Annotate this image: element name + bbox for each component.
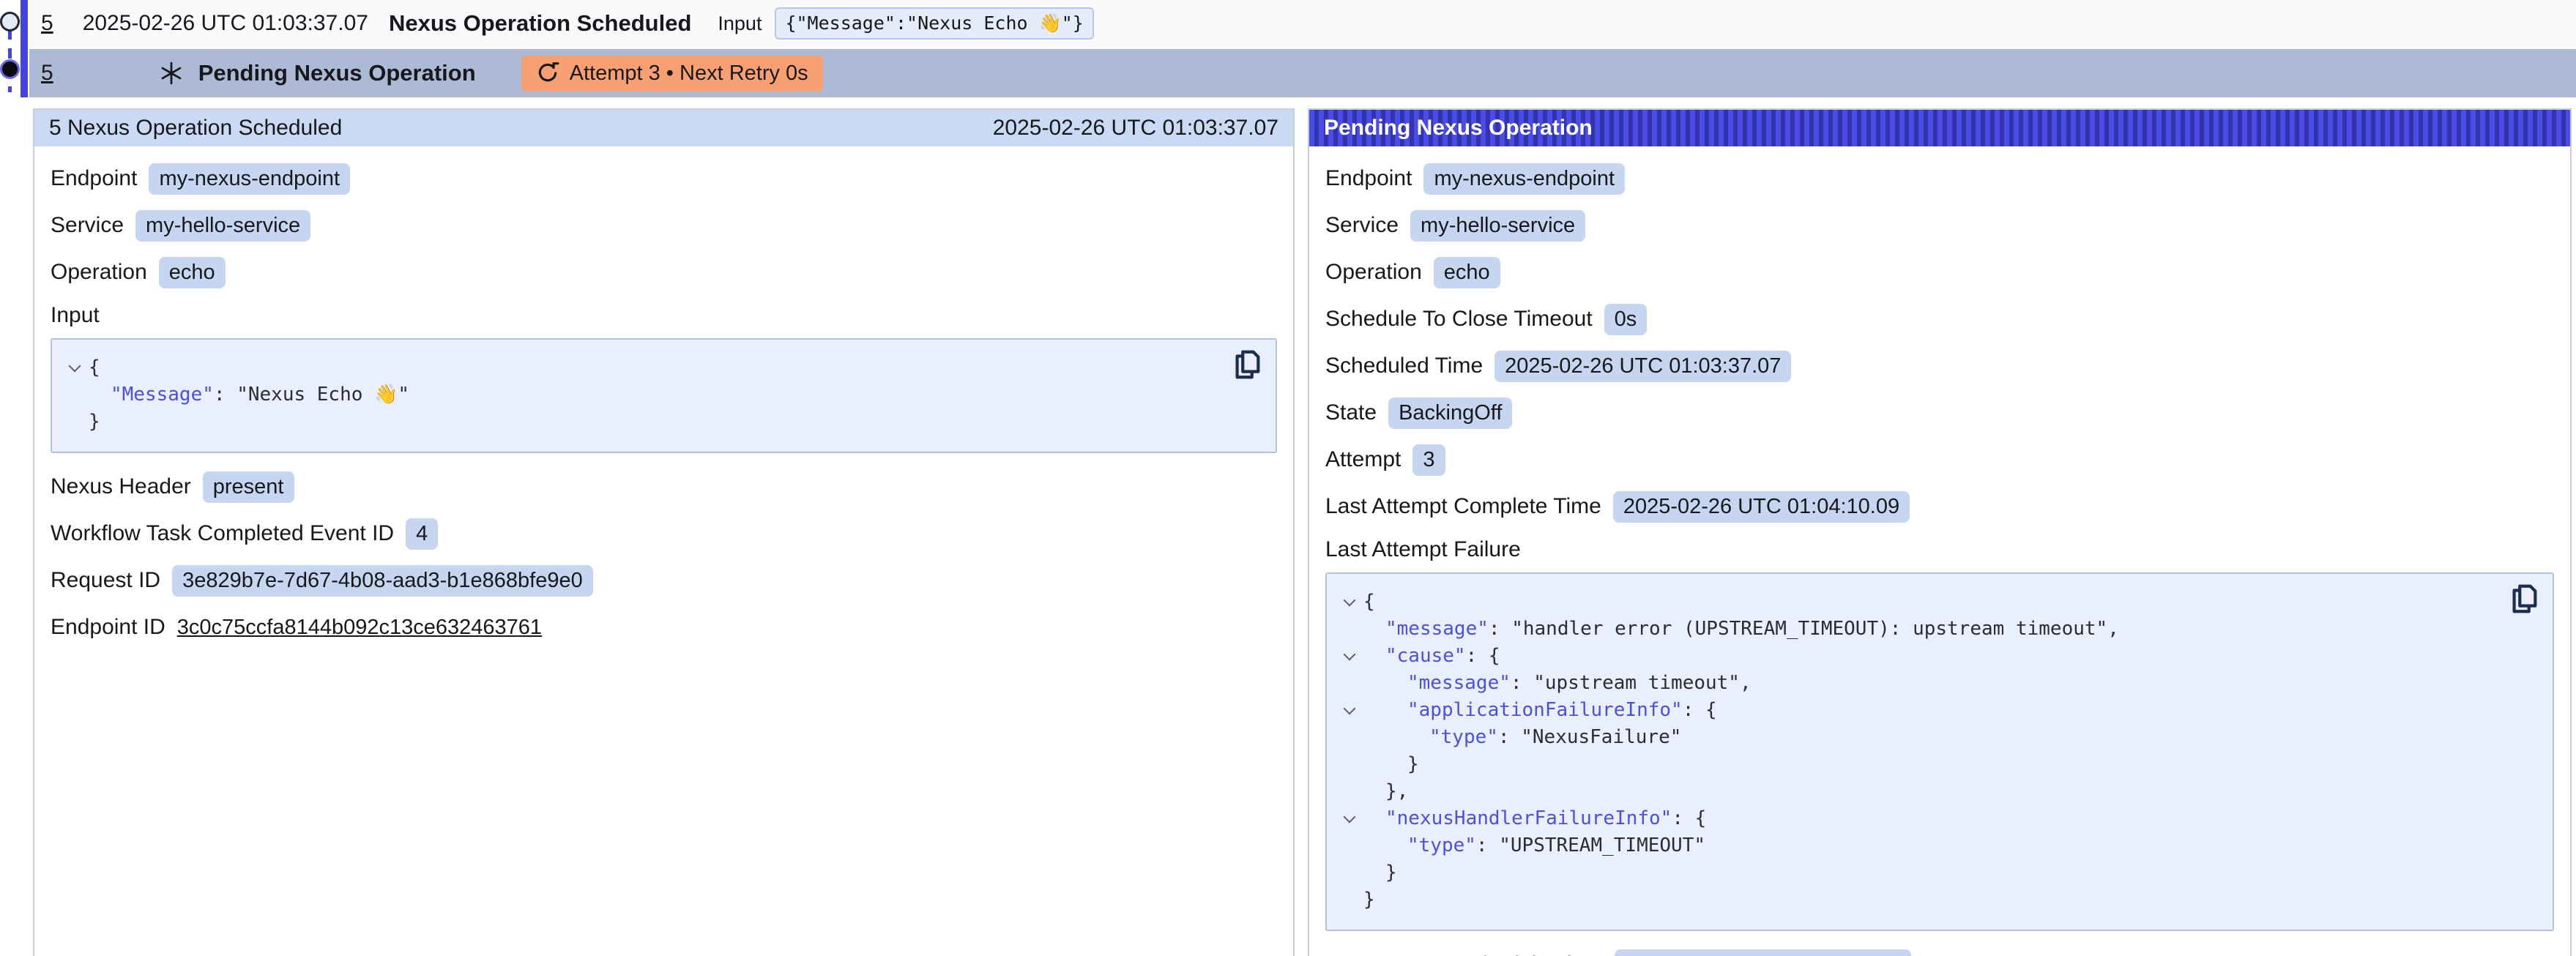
field-workflow-task-completed-event-id: Workflow Task Completed Event ID 4 — [51, 518, 1277, 550]
field-label: Nexus Header — [51, 474, 191, 499]
selected-event-accent-bar — [21, 0, 28, 97]
field-endpoint: Endpoint my-nexus-endpoint — [1325, 163, 2554, 195]
field-label: Request ID — [51, 568, 160, 593]
field-label: Next Attempt Schedule Time — [1325, 952, 1603, 956]
code-line: { — [1336, 589, 2535, 616]
workflow-event-view: 5 2025-02-26 UTC 01:03:37.07 Nexus Opera… — [0, 0, 2576, 956]
code-line: } — [1336, 859, 2535, 886]
field-service: Service my-hello-service — [1325, 209, 2554, 242]
input-preview-label: Input — [718, 12, 762, 35]
collapse-chevron-icon[interactable] — [1344, 811, 1356, 824]
input-preview-badge[interactable]: {"Message":"Nexus Echo 👋"} — [775, 7, 1093, 40]
code-line: "type": "NexusFailure" — [1336, 724, 2535, 751]
field-value-badge: my-hello-service — [135, 210, 310, 242]
field-label: Endpoint ID — [51, 615, 165, 640]
field-scheduled-time: Scheduled Time 2025-02-26 UTC 01:03:37.0… — [1325, 350, 2554, 382]
scheduled-event-panel: 5 Nexus Operation Scheduled 2025-02-26 U… — [33, 108, 1295, 956]
scheduled-panel-time: 2025-02-26 UTC 01:03:37.07 — [993, 116, 1278, 141]
event-id-link[interactable]: 5 — [41, 11, 53, 36]
code-line: "nexusHandlerFailureInfo": { — [1336, 805, 2535, 832]
event-id-link[interactable]: 5 — [41, 61, 53, 86]
copy-icon[interactable] — [2507, 583, 2541, 616]
event-row-pending[interactable]: 5 Pending Nexus Operation Attempt 3 • Ne… — [29, 49, 2576, 97]
code-line: }, — [1336, 778, 2535, 805]
code-line: "applicationFailureInfo": { — [1336, 697, 2535, 724]
field-endpoint-id: Endpoint ID 3c0c75ccfa8144b092c13ce63246… — [51, 611, 1277, 643]
collapse-chevron-icon[interactable] — [1344, 594, 1356, 607]
retry-icon — [536, 61, 559, 85]
failure-code-block: {"message": "handler error (UPSTREAM_TIM… — [1325, 572, 2554, 931]
field-label: Operation — [1325, 260, 1422, 285]
scheduled-panel-title: 5 Nexus Operation Scheduled — [49, 116, 342, 141]
field-value-badge: 4 — [406, 518, 438, 550]
field-label: Scheduled Time — [1325, 354, 1483, 378]
input-code-block: {"Message": "Nexus Echo 👋"} — [51, 338, 1277, 453]
field-label: Operation — [51, 260, 147, 285]
event-row-scheduled[interactable]: 5 2025-02-26 UTC 01:03:37.07 Nexus Opera… — [29, 0, 2576, 47]
code-line: "type": "UPSTREAM_TIMEOUT" — [1336, 832, 2535, 859]
retry-status-badge: Attempt 3 • Next Retry 0s — [521, 56, 823, 92]
field-label: Last Attempt Complete Time — [1325, 494, 1601, 519]
field-state: State BackingOff — [1325, 397, 2554, 429]
code-line: "message": "upstream timeout", — [1336, 670, 2535, 697]
field-label: Schedule To Close Timeout — [1325, 307, 1593, 332]
field-attempt: Attempt 3 — [1325, 444, 2554, 476]
copy-icon[interactable] — [1230, 348, 1264, 382]
code-line: { — [61, 354, 1258, 381]
pending-title: Pending Nexus Operation — [198, 60, 476, 86]
code-line: "cause": { — [1336, 643, 2535, 670]
field-value-badge: my-hello-service — [1410, 210, 1585, 242]
last-attempt-failure-label: Last Attempt Failure — [1325, 537, 2554, 562]
field-label: Service — [51, 213, 124, 238]
retry-badge-label: Attempt 3 • Next Retry 0s — [570, 61, 808, 86]
field-value-badge: 3 — [1412, 444, 1445, 476]
code-line: } — [61, 408, 1258, 436]
collapse-chevron-icon[interactable] — [1344, 649, 1356, 661]
field-label: Workflow Task Completed Event ID — [51, 521, 394, 546]
field-value-badge: my-nexus-endpoint — [149, 163, 350, 195]
field-value-badge: echo — [1434, 257, 1500, 288]
field-label: State — [1325, 400, 1377, 425]
code-line: } — [1336, 751, 2535, 778]
field-value-badge: my-nexus-endpoint — [1423, 163, 1625, 195]
field-label: Endpoint — [1325, 166, 1412, 191]
timeline-event-marker-icon[interactable] — [0, 12, 20, 31]
field-value-badge: present — [203, 471, 294, 503]
field-value-badge: 3e829b7e-7d67-4b08-aad3-b1e868bfe9e0 — [172, 565, 593, 597]
field-value-badge: echo — [159, 257, 226, 288]
pending-asterisk-icon — [159, 61, 184, 86]
field-request-id: Request ID 3e829b7e-7d67-4b08-aad3-b1e86… — [51, 564, 1277, 597]
field-service: Service my-hello-service — [51, 209, 1277, 242]
field-nexus-header: Nexus Header present — [51, 471, 1277, 503]
code-line: "Message": "Nexus Echo 👋" — [61, 381, 1258, 408]
field-value-badge: 0s — [1604, 304, 1648, 335]
field-value-badge: 2025-02-26 UTC 01:04:10.09 — [1613, 491, 1910, 523]
pending-panel-title: Pending Nexus Operation — [1324, 116, 1593, 141]
field-operation: Operation echo — [1325, 256, 2554, 288]
collapse-chevron-icon[interactable] — [69, 360, 81, 373]
code-line: "message": "handler error (UPSTREAM_TIME… — [1336, 616, 2535, 643]
field-next-attempt-schedule-time: Next Attempt Schedule Time 2025-02-26 UT… — [1325, 949, 2554, 956]
event-type-title: Nexus Operation Scheduled — [389, 10, 691, 37]
code-line: } — [1336, 886, 2535, 914]
scheduled-panel-header: 5 Nexus Operation Scheduled 2025-02-26 U… — [34, 110, 1293, 146]
pending-panel-header: Pending Nexus Operation — [1309, 110, 2570, 146]
collapse-chevron-icon[interactable] — [1344, 703, 1356, 715]
endpoint-id-link[interactable]: 3c0c75ccfa8144b092c13ce632463761 — [177, 616, 542, 640]
field-label: Endpoint — [51, 166, 137, 191]
field-label: Service — [1325, 213, 1399, 238]
state-badge: BackingOff — [1388, 397, 1512, 429]
field-schedule-to-close-timeout: Schedule To Close Timeout 0s — [1325, 303, 2554, 335]
field-operation: Operation echo — [51, 256, 1277, 288]
field-endpoint: Endpoint my-nexus-endpoint — [51, 163, 1277, 195]
field-last-attempt-complete-time: Last Attempt Complete Time 2025-02-26 UT… — [1325, 490, 2554, 523]
input-section-label: Input — [51, 303, 1277, 328]
pending-operation-panel: Pending Nexus Operation Endpoint my-nexu… — [1308, 108, 2572, 956]
field-value-badge: 2025-02-26 UTC 01:03:37.07 — [1494, 351, 1791, 382]
timeline-selected-marker-icon[interactable] — [0, 59, 20, 79]
event-timestamp: 2025-02-26 UTC 01:03:37.07 — [83, 11, 368, 36]
field-label: Attempt — [1325, 447, 1401, 472]
field-value-badge: 2025-02-26 UTC 01:04:13.93 — [1615, 949, 1911, 956]
